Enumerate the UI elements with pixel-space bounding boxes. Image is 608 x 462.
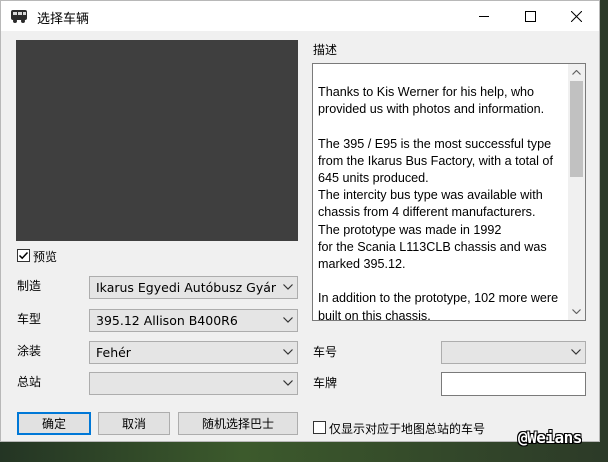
bus-app-icon xyxy=(10,8,28,24)
vehicle-number-select[interactable] xyxy=(441,341,586,364)
preview-label: 预览 xyxy=(33,250,58,264)
chevron-down-icon xyxy=(283,380,293,386)
model-dropdown[interactable] xyxy=(279,310,297,331)
maximize-icon xyxy=(524,10,536,22)
description-text: Thanks to Kis Werner for his help, who p… xyxy=(318,84,564,321)
livery-dropdown[interactable] xyxy=(279,342,297,363)
select-vehicle-dialog: 选择车辆 预览 制造 Ikarus Egyedi Autóbusz Gyár K… xyxy=(0,0,600,442)
scrollbar-thumb[interactable] xyxy=(570,81,583,177)
description-paragraph: The 395 / E95 is the most successful typ… xyxy=(318,136,553,272)
ok-button[interactable]: 确定 xyxy=(17,412,91,435)
chevron-down-icon xyxy=(283,284,293,290)
depot-select[interactable] xyxy=(89,372,298,395)
manufacturer-label: 制造 xyxy=(17,279,42,293)
manufacturer-value: Ikarus Egyedi Autóbusz Gyár Kft xyxy=(96,280,298,295)
checkmark-icon xyxy=(18,251,29,260)
description-box[interactable]: Thanks to Kis Werner for his help, who p… xyxy=(312,63,586,321)
vehicle-number-dropdown[interactable] xyxy=(567,342,585,363)
maximize-button[interactable] xyxy=(507,1,553,31)
depot-dropdown[interactable] xyxy=(279,373,297,394)
window-title: 选择车辆 xyxy=(37,12,90,27)
depot-label: 总站 xyxy=(17,375,42,389)
description-label: 描述 xyxy=(313,43,338,57)
chevron-down-icon xyxy=(283,349,293,355)
close-icon xyxy=(570,10,582,22)
description-paragraph: Thanks to Kis Werner for his help, who p… xyxy=(318,85,545,117)
model-label: 车型 xyxy=(17,312,42,326)
livery-select[interactable]: Fehér xyxy=(89,341,298,364)
description-scrollbar[interactable] xyxy=(568,64,585,320)
manufacturer-dropdown[interactable] xyxy=(279,277,297,298)
depot-only-label: 仅显示对应于地图总站的车号 xyxy=(329,422,486,436)
depot-only-checkbox[interactable] xyxy=(313,421,326,434)
chevron-down-icon xyxy=(572,309,581,314)
model-select[interactable]: 395.12 Allison B400R6 xyxy=(89,309,298,332)
chevron-down-icon xyxy=(283,317,293,323)
vehicle-number-label: 车号 xyxy=(313,345,338,359)
close-button[interactable] xyxy=(553,1,599,31)
scroll-up-button[interactable] xyxy=(568,64,585,81)
preview-checkbox[interactable] xyxy=(17,249,30,262)
plate-label: 车牌 xyxy=(313,376,338,390)
scroll-down-button[interactable] xyxy=(568,303,585,320)
title-bar[interactable]: 选择车辆 xyxy=(1,1,599,31)
livery-label: 涂装 xyxy=(17,344,42,358)
description-paragraph: In addition to the prototype, 102 more w… xyxy=(318,291,559,321)
plate-input[interactable] xyxy=(441,372,586,396)
minimize-button[interactable] xyxy=(461,1,507,31)
model-value: 395.12 Allison B400R6 xyxy=(96,313,238,328)
watermark: @Weians xyxy=(518,428,582,447)
chevron-down-icon xyxy=(571,349,581,355)
livery-value: Fehér xyxy=(96,345,131,360)
cancel-button[interactable]: 取消 xyxy=(98,412,170,435)
minimize-icon xyxy=(478,15,489,17)
random-bus-button[interactable]: 随机选择巴士 xyxy=(178,412,298,435)
vehicle-preview[interactable] xyxy=(16,40,298,241)
chevron-up-icon xyxy=(572,70,581,75)
manufacturer-select[interactable]: Ikarus Egyedi Autóbusz Gyár Kft xyxy=(89,276,298,299)
